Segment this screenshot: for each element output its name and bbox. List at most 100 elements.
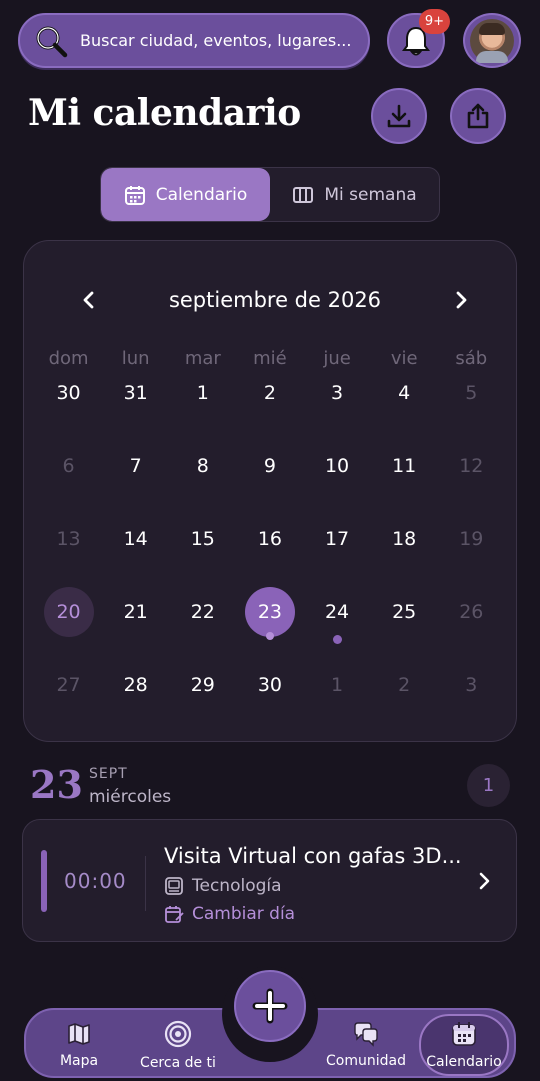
tab-mi-semana[interactable]: Mi semana [270, 168, 439, 221]
calendar-day[interactable]: 6 [35, 448, 102, 521]
calendar-day[interactable]: 30 [35, 375, 102, 448]
calendar-day[interactable]: 3 [304, 375, 371, 448]
calendar-day[interactable]: 1 [169, 375, 236, 448]
calendar-day[interactable]: 7 [102, 448, 169, 521]
calendar-day[interactable]: 23 [236, 587, 303, 667]
next-month-button[interactable] [446, 285, 476, 315]
calendar-day[interactable]: 12 [438, 448, 505, 521]
download-button[interactable] [371, 88, 427, 144]
day-number: 11 [392, 455, 417, 477]
calendar-edit-icon [165, 906, 184, 923]
nav-label: Cerca de ti [140, 1055, 216, 1071]
view-toggle: Calendario Mi semana [100, 167, 440, 222]
calendar-day[interactable]: 2 [236, 375, 303, 448]
calendar-day[interactable]: 26 [438, 594, 505, 667]
day-number: 20 [43, 587, 94, 637]
nav-item-mapa[interactable]: Mapa [38, 1010, 120, 1080]
calendar-day[interactable]: 10 [304, 448, 371, 521]
map-icon [68, 1023, 90, 1045]
search-icon [36, 26, 68, 57]
day-number: 24 [324, 601, 350, 623]
calendar-day[interactable]: 29 [169, 667, 236, 740]
tab-label: Calendario [155, 184, 248, 205]
day-number: 1 [331, 674, 344, 696]
calendar-day[interactable]: 1 [304, 667, 371, 740]
week-columns-icon [293, 186, 314, 203]
day-number: 21 [123, 601, 148, 623]
tab-label: Mi semana [324, 184, 417, 205]
calendar-day[interactable]: 25 [371, 594, 438, 667]
day-number: 12 [459, 455, 484, 477]
day-number: 14 [123, 528, 148, 550]
calendar-day[interactable]: 16 [236, 521, 303, 594]
calendar-day[interactable]: 5 [438, 375, 505, 448]
share-button[interactable] [450, 88, 506, 144]
day-number: 6 [62, 455, 75, 477]
calendar-day[interactable]: 11 [371, 448, 438, 521]
tab-calendario[interactable]: Calendario [101, 168, 270, 221]
day-number: 3 [331, 382, 344, 404]
day-number: 29 [190, 674, 215, 696]
nav-item-calendario[interactable]: Calendario [419, 1014, 509, 1076]
calendar-day[interactable]: 28 [102, 667, 169, 740]
day-number: 2 [263, 382, 276, 404]
day-number: 8 [196, 455, 209, 477]
day-number: 13 [56, 528, 81, 550]
day-number: 26 [459, 601, 484, 623]
technology-icon [165, 877, 183, 895]
calendar-day[interactable]: 17 [304, 521, 371, 594]
day-number: 3 [465, 674, 478, 696]
calendar-day[interactable]: 20 [35, 587, 102, 667]
notification-badge: 9+ [419, 9, 450, 34]
calendar-day[interactable]: 30 [236, 667, 303, 740]
nav-item-cerca-de-ti[interactable]: Cerca de ti [132, 1010, 224, 1080]
prev-month-button[interactable] [74, 285, 104, 315]
calendar-day[interactable]: 14 [102, 521, 169, 594]
day-number: 19 [459, 528, 484, 550]
calendar-day[interactable]: 24 [304, 594, 371, 667]
chevron-right-icon[interactable] [473, 870, 495, 892]
selected-day-number: 23 [30, 762, 83, 807]
divider [145, 856, 146, 911]
day-number: 25 [392, 601, 417, 623]
day-number: 31 [123, 382, 148, 404]
selected-month: SEPT [89, 766, 128, 782]
calendar-day[interactable]: 27 [35, 667, 102, 740]
calendar-day[interactable]: 31 [102, 375, 169, 448]
calendar-day[interactable]: 3 [438, 667, 505, 740]
selected-weekday: miércoles [89, 787, 172, 807]
event-title: Visita Virtual con gafas 3D... [164, 844, 462, 868]
day-number: 30 [257, 674, 283, 696]
calendar-day[interactable]: 4 [371, 375, 438, 448]
change-day-label: Cambiar día [192, 904, 296, 924]
event-card[interactable]: 00:00 Visita Virtual con gafas 3D... Tec… [22, 819, 517, 942]
calendar-day[interactable]: 15 [169, 521, 236, 594]
event-accent-bar [41, 850, 47, 912]
calendar-day[interactable]: 19 [438, 521, 505, 594]
calendar-day[interactable]: 22 [169, 594, 236, 667]
event-category: Tecnología [164, 876, 282, 896]
nav-item-comunidad[interactable]: Comunidad [316, 1010, 416, 1080]
add-button[interactable] [234, 970, 306, 1042]
month-label: septiembre de 2026 [168, 288, 382, 312]
search-input[interactable]: Buscar ciudad, eventos, lugares... [80, 31, 351, 50]
calendar-day[interactable]: 18 [371, 521, 438, 594]
share-icon [467, 103, 489, 129]
calendar-day[interactable]: 21 [102, 594, 169, 667]
event-count-badge: 1 [467, 764, 510, 807]
calendar-day[interactable]: 9 [236, 448, 303, 521]
calendar-day[interactable]: 8 [169, 448, 236, 521]
event-indicator-dot [265, 632, 274, 640]
day-number: 9 [263, 455, 276, 477]
avatar[interactable] [463, 13, 521, 68]
calendar-day[interactable]: 13 [35, 521, 102, 594]
change-day-button[interactable]: Cambiar día [164, 904, 295, 924]
search-bar[interactable]: Buscar ciudad, eventos, lugares... [18, 13, 370, 68]
day-number: 18 [392, 528, 417, 550]
day-number: 17 [324, 528, 350, 550]
day-number: 4 [398, 382, 411, 404]
calendar-day[interactable]: 2 [371, 667, 438, 740]
avatar-image [470, 18, 514, 63]
day-number: 15 [190, 528, 215, 550]
day-number: 5 [465, 382, 478, 404]
